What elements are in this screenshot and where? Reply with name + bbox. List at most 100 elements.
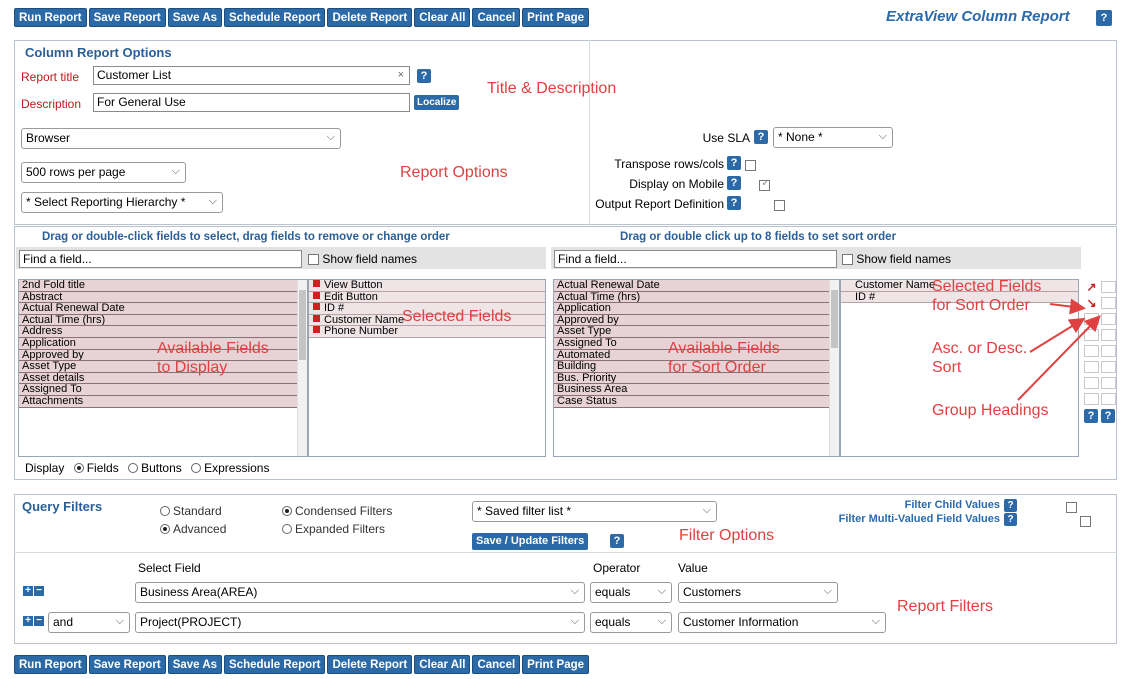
sort-find-field-input[interactable]: Find a field... [554,250,837,268]
cancel-button[interactable]: Cancel [472,8,521,27]
filter-conjunction-select[interactable]: and ⌵ [48,612,130,633]
list-item[interactable]: Business Area [554,384,829,396]
display-find-field-input[interactable]: Find a field... [19,250,302,268]
filter-operator-select[interactable]: equals ⌵ [590,582,672,603]
sort-direction-slot[interactable] [1084,345,1099,357]
list-item[interactable]: Edit Button [309,291,545,304]
add-remove-filter-row[interactable]: + − [23,616,45,626]
remove-icon[interactable] [313,326,320,334]
add-remove-filter-row[interactable]: + − [23,586,45,596]
list-item[interactable]: Abstract [19,291,297,304]
list-item[interactable]: Actual Time (hrs) [554,291,829,304]
remove-icon[interactable] [313,314,320,322]
filter-field-select[interactable]: Project(PROJECT) ⌵ [135,612,585,633]
filter-multi-values-checkbox[interactable] [1080,516,1092,528]
filter-child-values-checkbox[interactable] [1066,502,1078,514]
group-heading-checkbox[interactable] [1101,281,1116,293]
transpose-checkbox[interactable] [745,160,756,172]
clear-icon[interactable]: × [398,68,404,83]
expanded-filters-radio[interactable]: Expanded Filters [282,522,385,536]
display-buttons-radio[interactable]: Buttons [128,461,182,475]
list-item[interactable]: 2nd Fold title [19,280,297,292]
save-report-button[interactable]: Save Report [88,655,166,674]
saved-filter-select[interactable]: * Saved filter list * ⌵ [472,501,717,522]
use-sla-select[interactable]: * None * ⌵ [773,127,893,148]
print-page-button[interactable]: Print Page [522,8,590,27]
list-item[interactable]: Approved by [554,314,829,327]
condensed-filters-radio[interactable]: Condensed Filters [282,504,392,518]
list-item[interactable]: Actual Renewal Date [554,280,829,292]
schedule-report-button[interactable]: Schedule Report [224,655,326,674]
sort-show-names-checkbox[interactable] [842,254,853,266]
advanced-radio[interactable]: Advanced [160,522,226,536]
remove-icon[interactable] [313,280,320,287]
output-def-help-icon[interactable]: ? [727,196,741,210]
filter-value-select[interactable]: Customers ⌵ [678,582,838,603]
plus-icon[interactable]: + [23,616,33,626]
transpose-help-icon[interactable]: ? [727,156,741,170]
group-heading-checkbox[interactable] [1101,297,1116,309]
sort-direction-slot[interactable] [1084,377,1099,389]
list-item[interactable]: Phone Number [309,326,545,338]
sort-direction-slot[interactable] [1084,361,1099,373]
output-select[interactable]: Browser ⌵ [21,128,341,149]
mobile-help-icon[interactable]: ? [727,176,741,190]
print-page-button[interactable]: Print Page [522,655,590,674]
group-heading-checkbox[interactable] [1101,329,1116,341]
scrollbar[interactable] [829,280,839,456]
multi-values-help-icon[interactable]: ? [1004,513,1017,526]
title-help-icon[interactable]: ? [417,69,431,83]
remove-icon[interactable] [313,303,320,311]
sort-descending-icon[interactable]: ↘ [1084,297,1099,309]
group-heading-checkbox[interactable] [1101,313,1116,325]
save-update-filters-button[interactable]: Save / Update Filters [472,533,589,550]
scrollbar[interactable] [297,280,307,456]
minus-icon[interactable]: − [34,586,44,596]
save-report-button[interactable]: Save Report [88,8,166,27]
list-item[interactable]: Actual Time (hrs) [19,314,297,327]
child-values-help-icon[interactable]: ? [1004,499,1017,512]
clear-all-button[interactable]: Clear All [414,8,471,27]
standard-radio[interactable]: Standard [160,504,222,518]
delete-report-button[interactable]: Delete Report [327,655,413,674]
description-input[interactable]: For General Use [93,93,410,112]
sort-show-names[interactable]: Show field names [842,252,951,266]
list-item[interactable]: Asset Type [554,326,829,338]
sort-ascending-icon[interactable]: ↗ [1084,281,1099,293]
display-fields-radio[interactable]: Fields [73,461,119,475]
display-show-names-checkbox[interactable] [308,254,319,266]
mobile-checkbox[interactable] [759,178,771,192]
run-report-button[interactable]: Run Report [14,8,87,27]
list-item[interactable]: Assigned To [19,384,297,396]
localize-button[interactable]: Localize [414,95,460,110]
report-title-input[interactable]: Customer List × [93,66,410,85]
group-heading-checkbox[interactable] [1101,393,1116,405]
list-item[interactable]: Application [554,303,829,315]
rows-per-page-select[interactable]: 500 rows per page ⌵ [21,162,186,183]
filter-value-select[interactable]: Customer Information ⌵ [678,612,886,633]
sort-direction-slot[interactable] [1084,393,1099,405]
plus-icon[interactable]: + [23,586,33,596]
schedule-report-button[interactable]: Schedule Report [224,8,326,27]
list-item[interactable]: Case Status [554,395,829,408]
cancel-button[interactable]: Cancel [472,655,521,674]
sort-help-icon[interactable]: ? [1084,409,1098,423]
filter-operator-select[interactable]: equals ⌵ [590,612,672,633]
sort-direction-slot[interactable] [1084,313,1099,325]
display-show-names[interactable]: Show field names [308,252,417,266]
delete-report-button[interactable]: Delete Report [327,8,413,27]
reporting-hierarchy-select[interactable]: * Select Reporting Hierarchy * ⌵ [21,192,223,213]
filter-field-select[interactable]: Business Area(AREA) ⌵ [135,582,585,603]
sort-direction-slot[interactable] [1084,329,1099,341]
save-as-button[interactable]: Save As [167,8,223,27]
list-item[interactable]: Actual Renewal Date [19,303,297,315]
filters-help-icon[interactable]: ? [610,534,624,548]
sla-help-icon[interactable]: ? [754,130,768,144]
list-item[interactable]: Address [19,326,297,338]
group-help-icon[interactable]: ? [1101,409,1115,423]
minus-icon[interactable]: − [34,616,44,626]
list-item[interactable]: View Button [309,280,545,292]
group-heading-checkbox[interactable] [1101,361,1116,373]
remove-icon[interactable] [313,291,320,299]
help-icon[interactable]: ? [1096,10,1112,26]
